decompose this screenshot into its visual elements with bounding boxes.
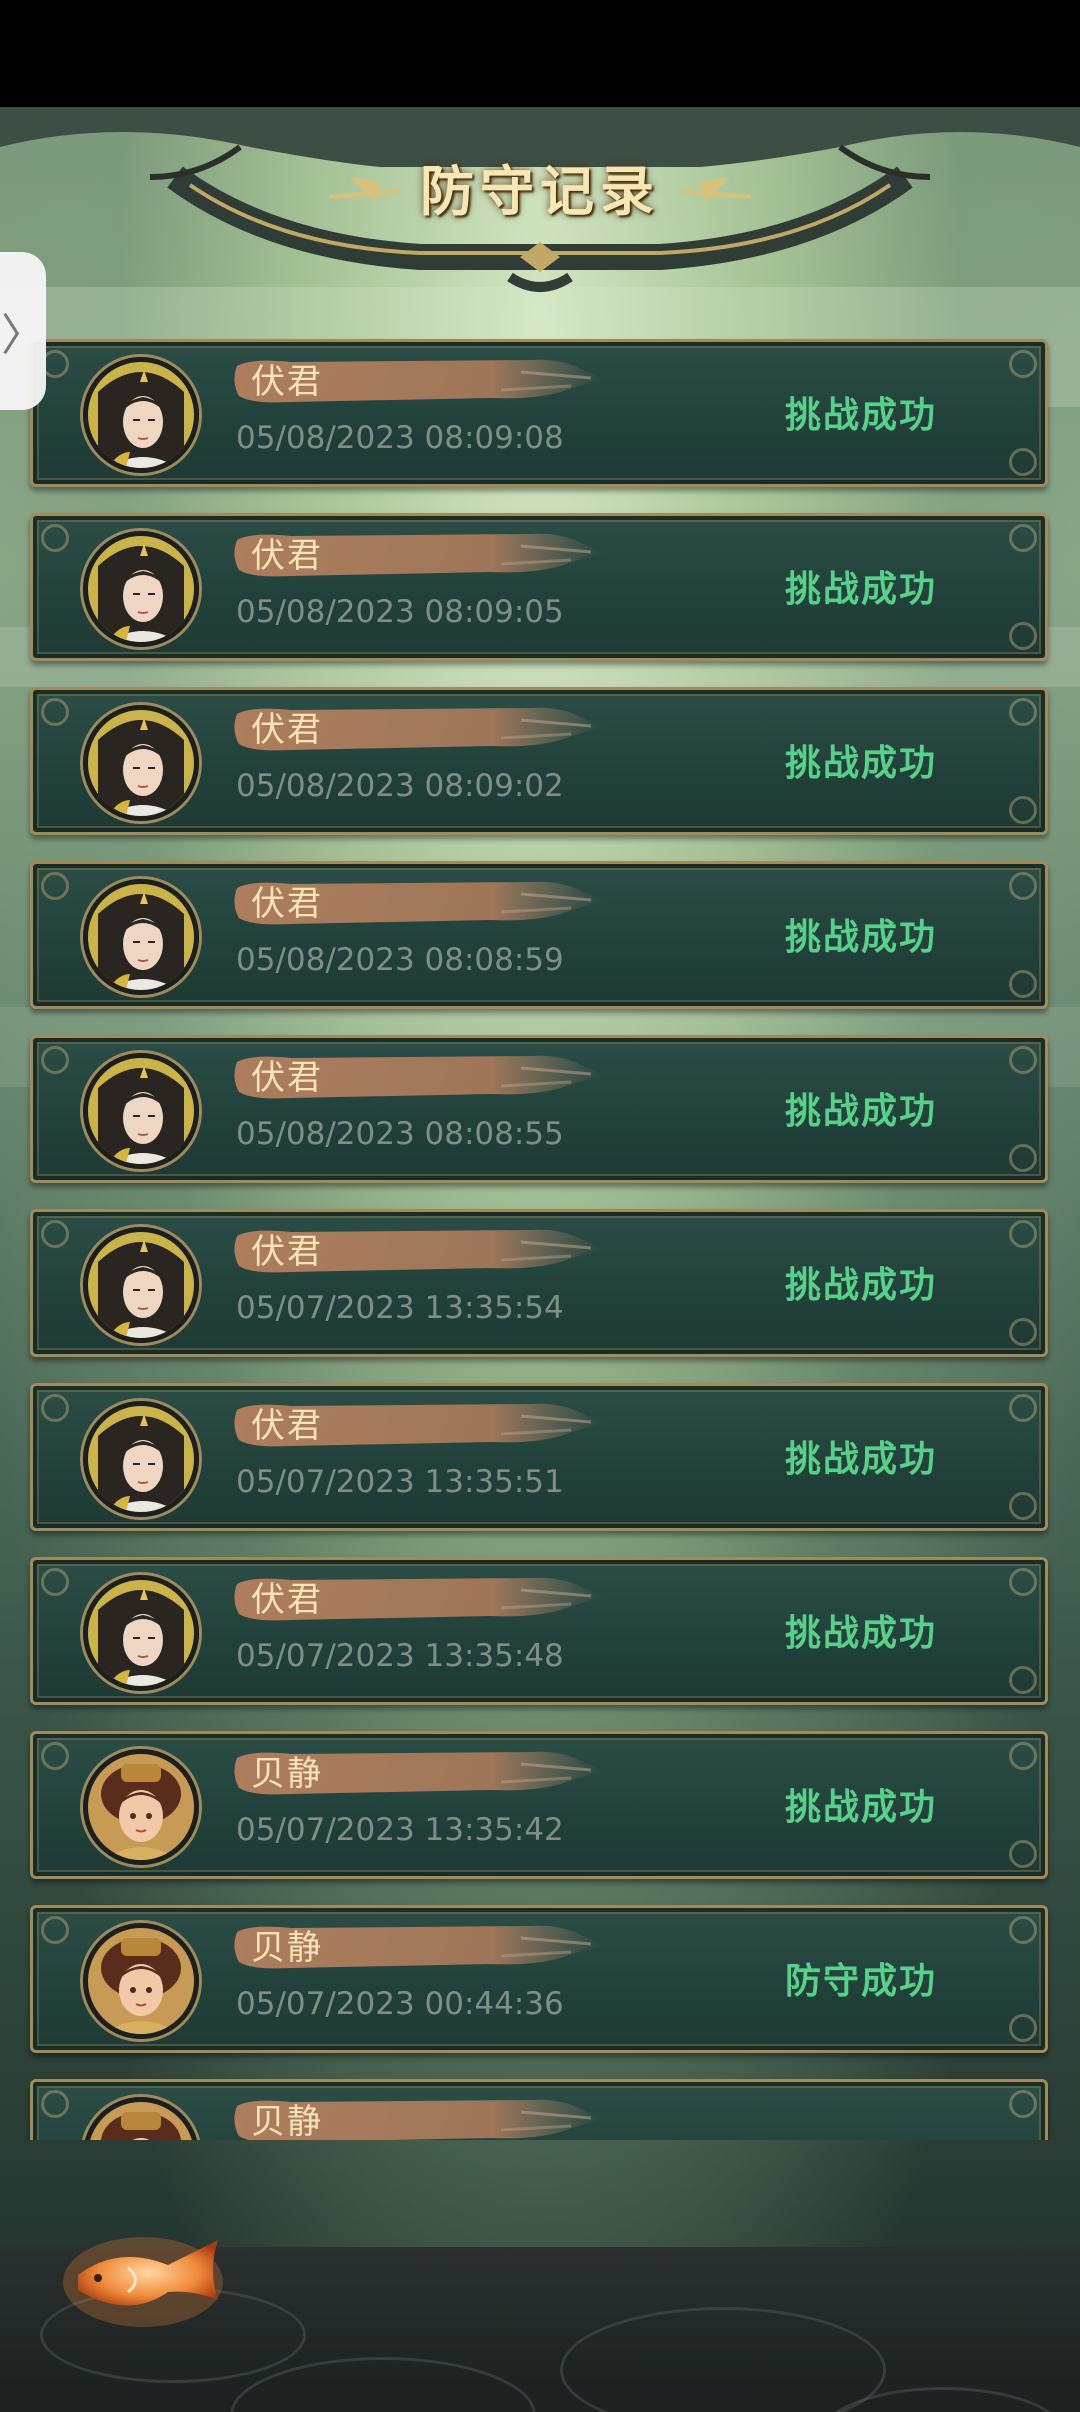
record-card[interactable]: 伏君 05/07/2023 13:35:48 挑战成功 [30,1557,1048,1705]
page-title: 防守记录 [420,159,660,223]
record-result: 挑战成功 [784,568,937,610]
record-card[interactable]: 伏君 05/07/2023 13:35:54 挑战成功 [30,1209,1048,1357]
corner-ornament [1009,448,1037,476]
record-timestamp: 05/07/2023 13:35:54 [236,1290,564,1326]
female-hero-avatar[interactable] [83,1923,199,2039]
corner-ornament [1009,2014,1037,2042]
chevron-right-icon: 〉 [1,310,45,361]
corner-ornament [1009,1492,1037,1520]
record-card[interactable]: 伏君 05/07/2023 13:35:51 挑战成功 [30,1383,1048,1531]
male-hero-avatar[interactable] [83,1575,199,1691]
corner-ornament [41,2090,69,2118]
record-timestamp: 05/08/2023 08:09:08 [236,420,564,456]
male-hero-avatar[interactable] [83,879,199,995]
corner-ornament [1009,2090,1037,2118]
corner-ornament [41,1742,69,1770]
corner-ornament [1009,872,1037,900]
corner-ornament [1009,796,1037,824]
defense-record-screen: 防守记录 伏君 05/08/2023 08:09:08 挑战成功 伏君 05/08/20… [0,107,1080,2412]
male-hero-avatar[interactable] [83,1227,199,1343]
record-card[interactable]: 伏君 05/08/2023 08:08:55 挑战成功 [30,1035,1048,1183]
record-timestamp: 05/08/2023 08:08:55 [236,1116,564,1152]
record-result: 防守成功 [784,1960,937,2002]
male-hero-avatar[interactable] [83,357,199,473]
corner-ornament [1009,970,1037,998]
player-name: 伏君 [251,1406,323,1446]
player-name: 伏君 [251,1058,323,1098]
record-result: 挑战成功 [784,1612,937,1654]
corner-ornament [1009,1568,1037,1596]
corner-ornament [1009,1666,1037,1694]
corner-ornament [1009,1394,1037,1422]
corner-ornament [1009,1916,1037,1944]
player-name: 伏君 [251,1232,323,1272]
record-card[interactable]: 伏君 05/08/2023 08:09:08 挑战成功 [30,339,1048,487]
female-hero-avatar[interactable] [83,2097,199,2140]
record-result: 挑战成功 [784,742,937,784]
corner-ornament [1009,524,1037,552]
record-result: 挑战成功 [784,1090,937,1132]
corner-ornament [41,1568,69,1596]
player-name: 伏君 [251,536,323,576]
corner-ornament [1009,350,1037,378]
record-result: 挑战成功 [784,1438,937,1480]
corner-ornament [41,524,69,552]
corner-ornament [1009,698,1037,726]
record-result: 挑战成功 [784,394,937,436]
side-expand-tab[interactable]: 〉 [0,252,46,410]
record-card[interactable]: 伏君 05/08/2023 08:08:59 挑战成功 [30,861,1048,1009]
player-name: 伏君 [251,710,323,750]
record-timestamp: 05/08/2023 08:09:02 [236,768,564,804]
corner-ornament [41,1916,69,1944]
record-timestamp: 05/07/2023 13:35:48 [236,1638,564,1674]
record-card[interactable]: 贝静 [30,2079,1048,2140]
koi-fish-icon[interactable] [58,2220,228,2340]
player-name: 贝静 [251,1754,323,1794]
corner-ornament [1009,1144,1037,1172]
player-name: 伏君 [251,884,323,924]
record-card[interactable]: 贝静 05/07/2023 00:44:36 防守成功 [30,1905,1048,2053]
record-timestamp: 05/07/2023 00:44:36 [236,1986,564,2022]
corner-ornament [1009,622,1037,650]
male-hero-avatar[interactable] [83,1401,199,1517]
record-result: 挑战成功 [784,916,937,958]
corner-ornament [41,698,69,726]
player-name: 伏君 [251,362,323,402]
corner-ornament [1009,1220,1037,1248]
record-timestamp: 05/07/2023 13:35:51 [236,1464,564,1500]
player-name: 伏君 [251,1580,323,1620]
status-bar [0,0,1080,107]
cloud-decoration [560,2307,886,2412]
record-card[interactable]: 伏君 05/08/2023 08:09:05 挑战成功 [30,513,1048,661]
male-hero-avatar[interactable] [83,531,199,647]
record-timestamp: 05/08/2023 08:08:59 [236,942,564,978]
female-hero-avatar[interactable] [83,1749,199,1865]
corner-ornament [1009,1046,1037,1074]
corner-ornament [1009,1318,1037,1346]
record-timestamp: 05/07/2023 13:35:42 [236,1812,564,1848]
record-result: 挑战成功 [784,1786,937,1828]
record-card[interactable]: 伏君 05/08/2023 08:09:02 挑战成功 [30,687,1048,835]
player-name: 贝静 [251,2102,323,2140]
male-hero-avatar[interactable] [83,1053,199,1169]
corner-ornament [41,1394,69,1422]
corner-ornament [1009,1840,1037,1868]
record-timestamp: 05/08/2023 08:09:05 [236,594,564,630]
header-banner: 防守记录 [0,107,1080,307]
record-result: 挑战成功 [784,1264,937,1306]
male-hero-avatar[interactable] [83,705,199,821]
corner-ornament [41,872,69,900]
record-card[interactable]: 贝静 05/07/2023 13:35:42 挑战成功 [30,1731,1048,1879]
player-name: 贝静 [251,1928,323,1968]
corner-ornament [1009,1742,1037,1770]
corner-ornament [41,1046,69,1074]
defense-record-list[interactable]: 伏君 05/08/2023 08:09:08 挑战成功 伏君 05/08/2023 08… [0,337,1080,2140]
corner-ornament [41,1220,69,1248]
